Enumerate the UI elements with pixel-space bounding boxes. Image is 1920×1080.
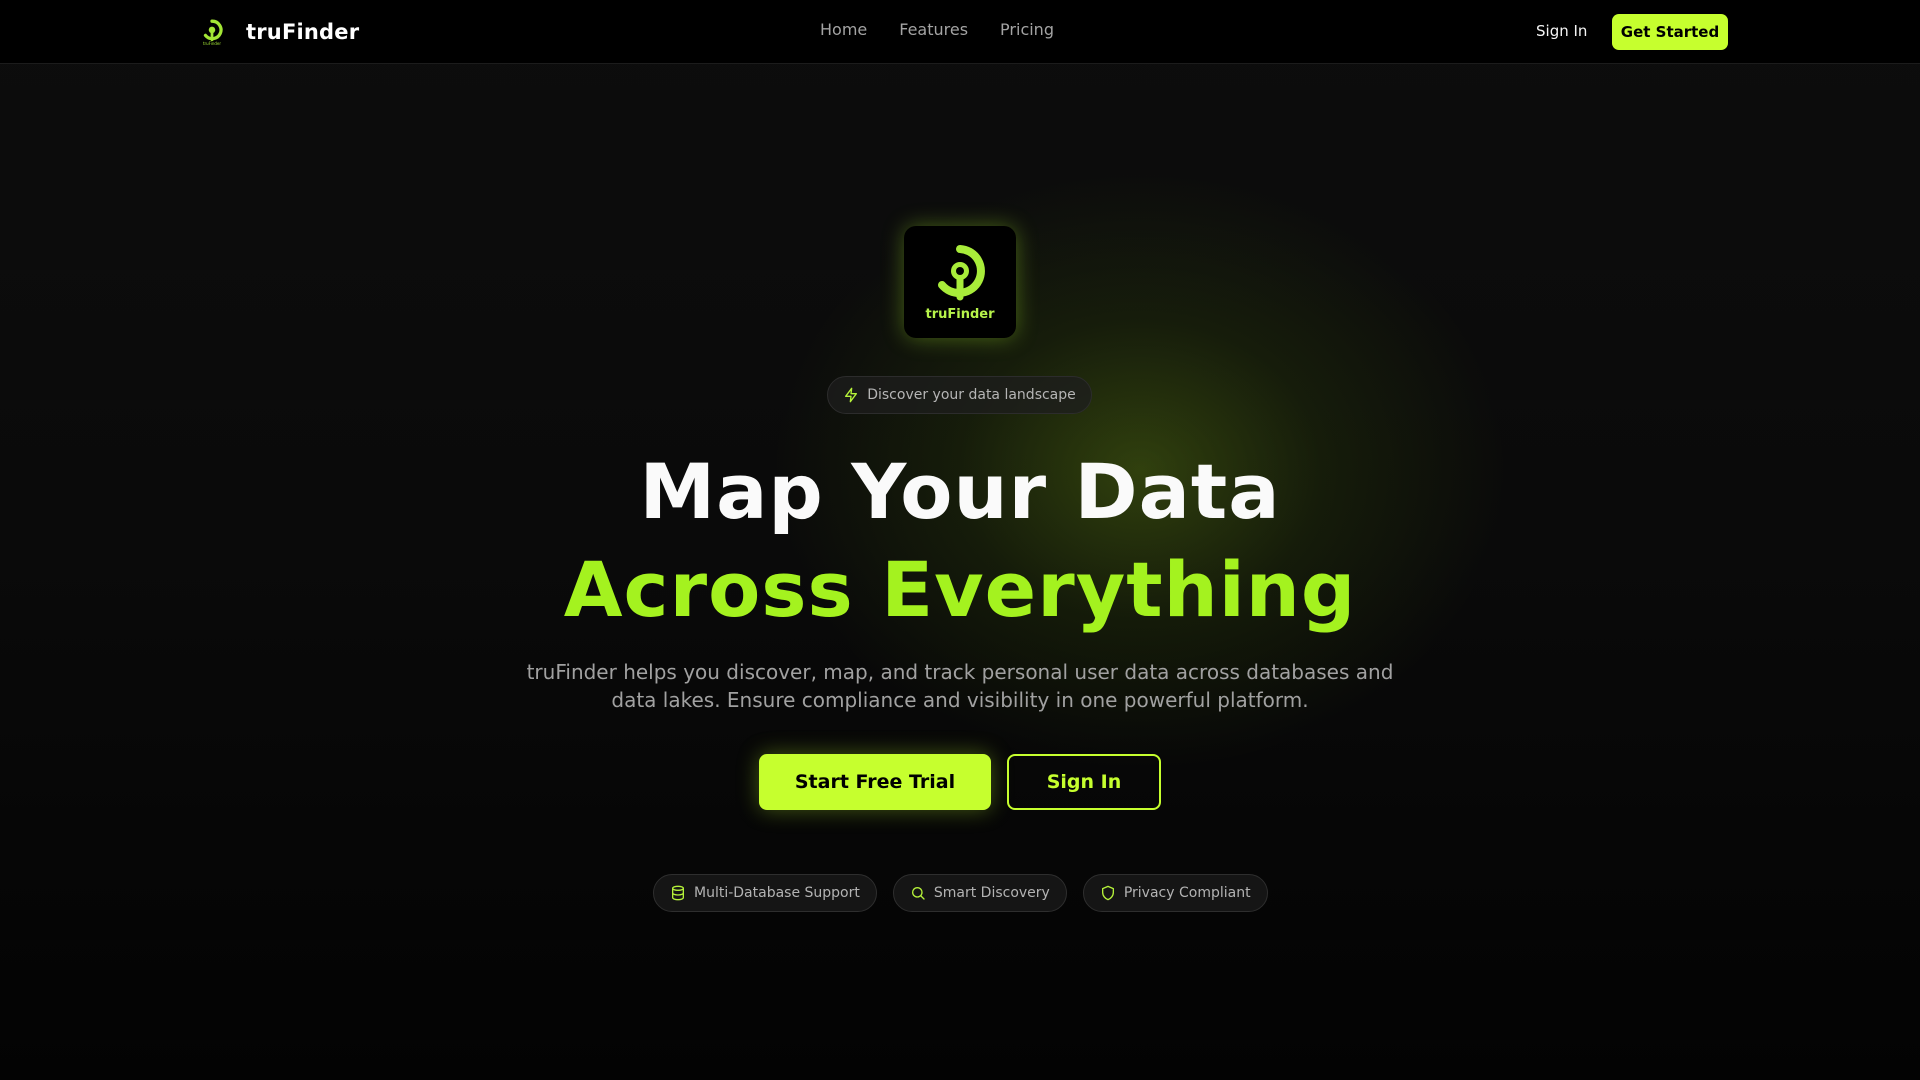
feature-chip-label: Privacy Compliant xyxy=(1123,885,1251,901)
feature-chip-label: Multi-Database Support xyxy=(694,885,860,901)
database-icon xyxy=(670,885,686,901)
hero-title-line2: Across Everything xyxy=(563,545,1357,634)
brand-logo-caption: truFinder xyxy=(202,40,222,46)
brand-name: truFinder xyxy=(246,20,360,44)
hero-logo: truFinder xyxy=(904,226,1016,338)
hero-badge-text: Discover your data landscape xyxy=(867,387,1076,403)
feature-chip-smart-discovery: Smart Discovery xyxy=(892,874,1067,912)
feature-chip-multi-database: Multi-Database Support xyxy=(653,874,877,912)
feature-chips: Multi-Database Support Smart Discovery P… xyxy=(653,874,1268,912)
nav-link-pricing[interactable]: Pricing xyxy=(1000,20,1054,39)
hero-badge: Discover your data landscape xyxy=(827,376,1092,414)
brand[interactable]: truFinder truFinder xyxy=(198,16,359,48)
search-icon xyxy=(910,885,926,901)
hero-subtitle: truFinder helps you discover, map, and t… xyxy=(526,660,1394,712)
hero-sign-in-button[interactable]: Sign In xyxy=(1007,754,1161,810)
hero-title-line1: Map Your Data xyxy=(639,447,1281,536)
nav-sign-in-link[interactable]: Sign In xyxy=(1536,22,1587,40)
top-navbar: truFinder truFinder Home Features Pricin… xyxy=(0,0,1920,64)
get-started-button[interactable]: Get Started xyxy=(1612,14,1728,50)
brand-logo-icon: truFinder xyxy=(198,16,226,48)
feature-chip-label: Smart Discovery xyxy=(933,885,1050,901)
nav-link-features[interactable]: Features xyxy=(899,20,968,39)
hero-logo-caption: truFinder xyxy=(925,306,995,322)
start-free-trial-button[interactable]: Start Free Trial xyxy=(759,754,991,810)
nav-links: Home Features Pricing xyxy=(820,20,1054,39)
landing-page: truFinder truFinder Home Features Pricin… xyxy=(0,0,1920,1080)
feature-chip-privacy-compliant: Privacy Compliant xyxy=(1082,874,1268,912)
nav-link-home[interactable]: Home xyxy=(820,20,867,39)
location-pin-icon xyxy=(938,244,985,300)
shield-icon xyxy=(1100,885,1116,901)
lightning-icon xyxy=(843,387,859,403)
